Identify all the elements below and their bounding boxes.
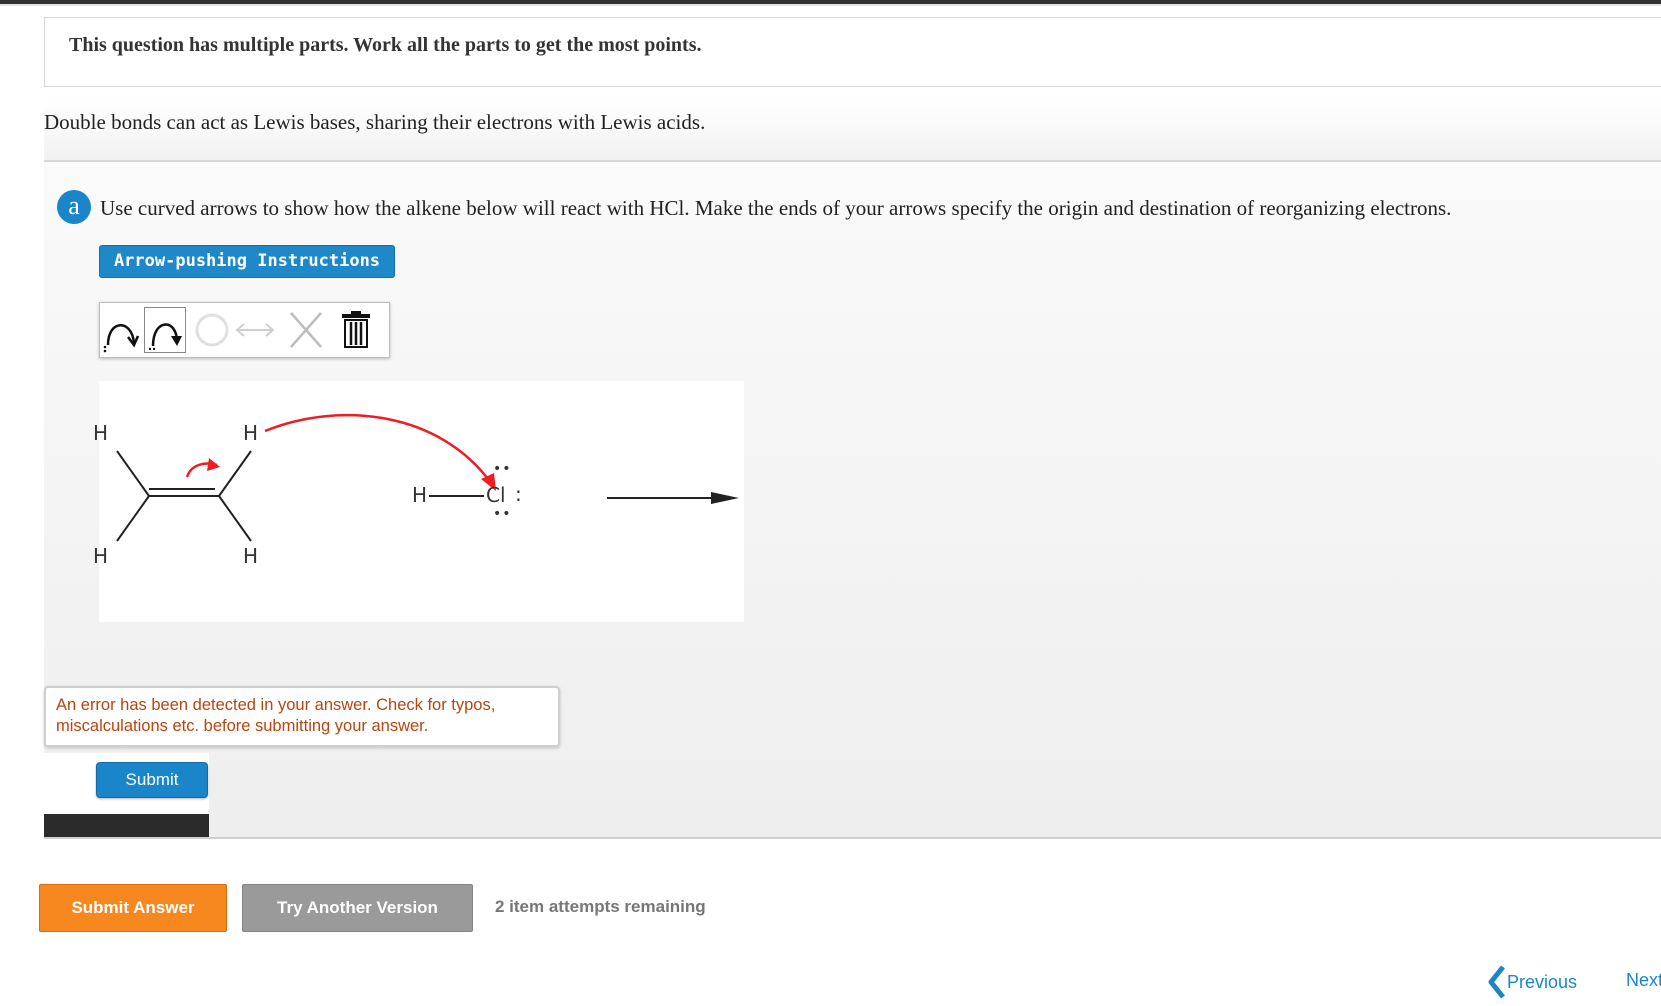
atom-h-top-left: H	[93, 421, 109, 445]
atom-h-bottom-right: H	[243, 544, 259, 568]
part-a-badge: a	[57, 190, 91, 224]
resize-icon[interactable]	[232, 307, 278, 353]
next-link[interactable]: Next	[1626, 970, 1661, 991]
multipart-notice: This question has multiple parts. Work a…	[44, 17, 1661, 87]
lone-pair-dots-bottom: ••	[493, 506, 512, 522]
single-headed-curved-arrow-icon[interactable]	[144, 307, 186, 353]
submit-answer-button[interactable]: Submit Answer	[39, 884, 227, 932]
bond-line	[218, 495, 252, 542]
erase-icon[interactable]	[286, 307, 326, 353]
reaction-drawing-canvas[interactable]: H H H H H Cl : •• ••	[93, 381, 744, 622]
curved-arrow[interactable]	[264, 413, 493, 484]
atom-hcl-cl: Cl	[486, 483, 506, 507]
bond-line	[116, 450, 150, 497]
attempts-remaining: 2 item attempts remaining	[495, 897, 706, 916]
atom-h-bottom-left: H	[93, 544, 109, 568]
reaction-arrow-head	[711, 492, 739, 504]
previous-link[interactable]: Previous	[1487, 965, 1577, 999]
top-divider	[0, 4, 1661, 6]
dark-strip	[44, 814, 209, 837]
chevron-left-icon	[1488, 965, 1505, 999]
part-a-prompt: Use curved arrows to show how the alkene…	[100, 196, 1452, 220]
lone-pair-dots: :	[515, 482, 522, 506]
error-message: An error has been detected in your answe…	[44, 686, 560, 747]
bond-line	[218, 450, 252, 497]
drawing-toolbar	[99, 302, 390, 358]
atom-h-top-right: H	[243, 421, 259, 445]
lone-pair-dots-top: ••	[493, 461, 512, 477]
arrow-pushing-instructions-button[interactable]: Arrow-pushing Instructions	[99, 245, 395, 278]
previous-label: Previous	[1507, 971, 1578, 992]
double-headed-curved-arrow-icon[interactable]	[102, 307, 142, 353]
atom-hcl-h: H	[412, 483, 428, 507]
curved-arrow-head	[207, 458, 220, 471]
notice-text: This question has multiple parts. Work a…	[69, 34, 702, 56]
intro-text: Double bonds can act as Lewis bases, sha…	[44, 110, 706, 134]
try-another-version-button[interactable]: Try Another Version	[242, 884, 473, 932]
part-submit-button[interactable]: Submit	[96, 762, 208, 798]
bond-line	[116, 495, 150, 542]
trash-icon[interactable]	[336, 307, 376, 353]
undo-icon[interactable]	[192, 307, 232, 353]
